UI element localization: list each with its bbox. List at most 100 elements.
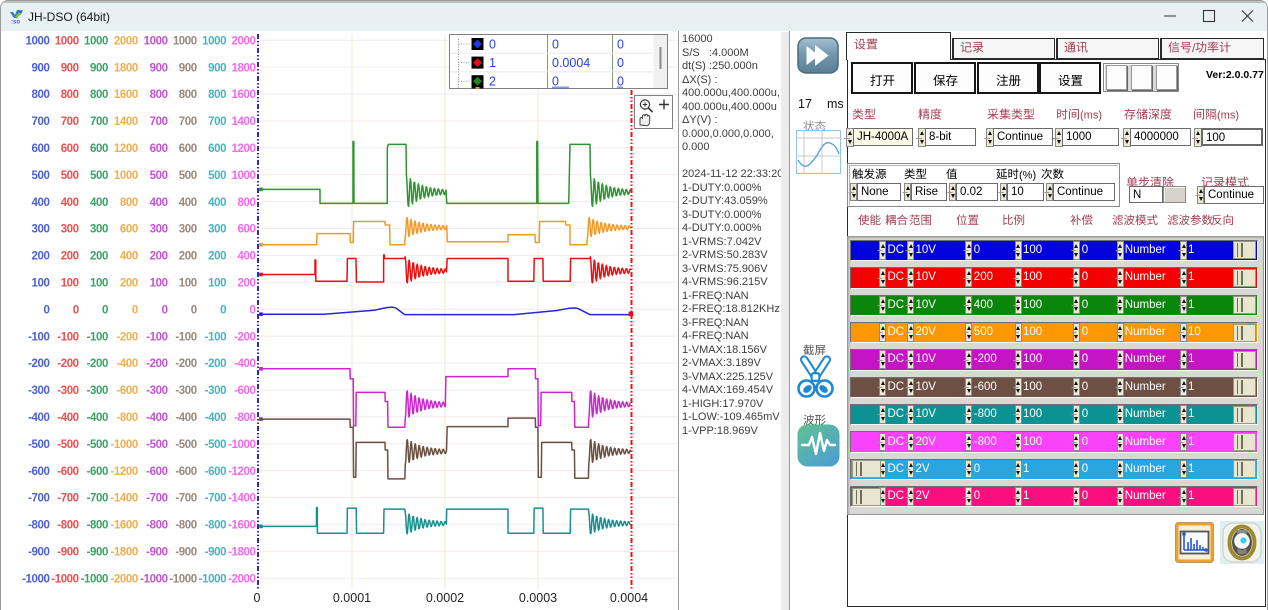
svg-text:-300: -300 xyxy=(57,385,78,397)
svg-text:0.0003: 0.0003 xyxy=(519,591,557,605)
svg-text:-100: -100 xyxy=(146,331,167,343)
svg-text:400: 400 xyxy=(150,197,168,209)
svg-text:-800: -800 xyxy=(116,412,137,424)
svg-text:-1600: -1600 xyxy=(110,520,137,532)
svg-text:-1200: -1200 xyxy=(110,466,137,478)
svg-text:-1000: -1000 xyxy=(51,573,78,585)
svg-text:-1000: -1000 xyxy=(22,573,49,585)
svg-text:700: 700 xyxy=(208,116,226,128)
svg-text:200: 200 xyxy=(90,251,108,263)
svg-text:-100: -100 xyxy=(205,331,226,343)
svg-text:0: 0 xyxy=(250,304,256,316)
svg-text:0: 0 xyxy=(73,304,79,316)
svg-text:-1800: -1800 xyxy=(228,547,255,559)
svg-text:1600: 1600 xyxy=(232,89,256,101)
svg-text:-400: -400 xyxy=(28,412,49,424)
svg-text:-200: -200 xyxy=(87,358,108,370)
svg-text:1600: 1600 xyxy=(114,89,138,101)
svg-text:-800: -800 xyxy=(234,412,255,424)
svg-text:0: 0 xyxy=(489,37,496,51)
svg-text:-800: -800 xyxy=(28,520,49,532)
svg-text:-500: -500 xyxy=(57,439,78,451)
svg-text:1000: 1000 xyxy=(144,35,168,47)
svg-text:100: 100 xyxy=(32,278,50,290)
svg-text:800: 800 xyxy=(179,89,197,101)
svg-text:900: 900 xyxy=(32,62,50,74)
svg-text:0: 0 xyxy=(617,37,624,51)
svg-text:-1000: -1000 xyxy=(81,573,108,585)
svg-text:1000: 1000 xyxy=(173,35,197,47)
svg-text:400: 400 xyxy=(179,197,197,209)
svg-text:400: 400 xyxy=(32,197,50,209)
svg-text:-600: -600 xyxy=(87,466,108,478)
svg-text:400: 400 xyxy=(61,197,79,209)
svg-text:-1000: -1000 xyxy=(228,439,255,451)
svg-text:500: 500 xyxy=(150,170,168,182)
svg-text:-600: -600 xyxy=(116,385,137,397)
svg-text:200: 200 xyxy=(238,278,256,290)
svg-text:1000: 1000 xyxy=(26,35,50,47)
svg-text:1000: 1000 xyxy=(114,170,138,182)
svg-text:800: 800 xyxy=(90,89,108,101)
svg-text:-800: -800 xyxy=(57,520,78,532)
svg-text:1000: 1000 xyxy=(232,170,256,182)
svg-text:-700: -700 xyxy=(57,493,78,505)
svg-text:-100: -100 xyxy=(175,331,196,343)
svg-text:-1200: -1200 xyxy=(228,466,255,478)
svg-text:-300: -300 xyxy=(175,385,196,397)
svg-text:900: 900 xyxy=(150,62,168,74)
svg-text:-800: -800 xyxy=(205,520,226,532)
svg-text:-200: -200 xyxy=(175,358,196,370)
svg-text:200: 200 xyxy=(208,251,226,263)
svg-text:-1000: -1000 xyxy=(140,573,167,585)
svg-text:2000: 2000 xyxy=(232,35,256,47)
svg-text:-200: -200 xyxy=(116,331,137,343)
svg-text:-600: -600 xyxy=(205,466,226,478)
svg-text:0: 0 xyxy=(132,304,138,316)
svg-text:-300: -300 xyxy=(28,385,49,397)
svg-text:-500: -500 xyxy=(146,439,167,451)
svg-text:500: 500 xyxy=(32,170,50,182)
svg-text:700: 700 xyxy=(32,116,50,128)
svg-text:0: 0 xyxy=(617,56,624,70)
svg-text:600: 600 xyxy=(32,143,50,155)
svg-text:300: 300 xyxy=(150,224,168,236)
svg-text:1200: 1200 xyxy=(232,143,256,155)
svg-text:200: 200 xyxy=(179,251,197,263)
svg-text:-600: -600 xyxy=(175,466,196,478)
svg-text:600: 600 xyxy=(120,224,138,236)
svg-text:1400: 1400 xyxy=(232,116,256,128)
svg-text:100: 100 xyxy=(90,278,108,290)
svg-text:-1000: -1000 xyxy=(169,573,196,585)
svg-text:-300: -300 xyxy=(205,385,226,397)
svg-text:-900: -900 xyxy=(28,547,49,559)
svg-text:0: 0 xyxy=(44,304,50,316)
svg-text:-200: -200 xyxy=(57,358,78,370)
svg-text:200: 200 xyxy=(32,251,50,263)
svg-text:0.0004: 0.0004 xyxy=(610,591,648,605)
svg-text:-400: -400 xyxy=(205,412,226,424)
svg-text:300: 300 xyxy=(90,224,108,236)
svg-text:0: 0 xyxy=(552,37,559,51)
svg-text:700: 700 xyxy=(61,116,79,128)
svg-text:800: 800 xyxy=(238,197,256,209)
svg-text:800: 800 xyxy=(150,89,168,101)
svg-text:-500: -500 xyxy=(87,439,108,451)
svg-text:-1000: -1000 xyxy=(199,573,226,585)
svg-text:100: 100 xyxy=(150,278,168,290)
svg-text:700: 700 xyxy=(179,116,197,128)
svg-text:0: 0 xyxy=(254,591,261,605)
svg-text:500: 500 xyxy=(61,170,79,182)
svg-text:-200: -200 xyxy=(28,358,49,370)
svg-text:-700: -700 xyxy=(205,493,226,505)
svg-text:-400: -400 xyxy=(175,412,196,424)
svg-text:-400: -400 xyxy=(57,412,78,424)
svg-text:-1400: -1400 xyxy=(110,493,137,505)
svg-text:2000: 2000 xyxy=(114,35,138,47)
svg-text:600: 600 xyxy=(208,143,226,155)
svg-text:200: 200 xyxy=(61,251,79,263)
svg-text:1400: 1400 xyxy=(114,116,138,128)
svg-text:700: 700 xyxy=(90,116,108,128)
svg-text:1000: 1000 xyxy=(84,35,108,47)
svg-text:900: 900 xyxy=(208,62,226,74)
